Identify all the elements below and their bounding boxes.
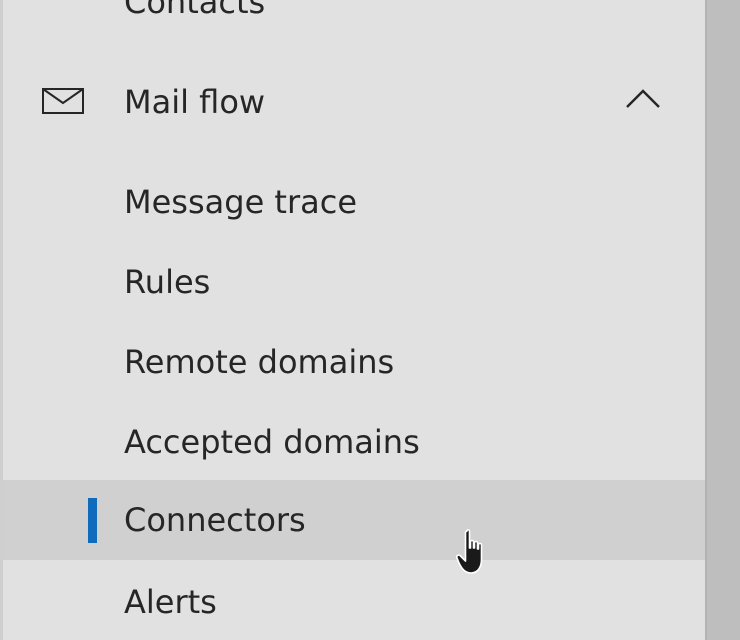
nav-item-label: Mail flow	[124, 83, 266, 121]
nav-item-rules[interactable]: Rules	[3, 242, 705, 322]
nav-item-label: Alerts	[124, 583, 217, 621]
hand-pointer-icon	[456, 528, 496, 582]
nav-item-label: Rules	[124, 263, 211, 301]
nav-item-label: Contacts	[124, 0, 266, 21]
selected-indicator	[88, 498, 97, 543]
nav-item-label: Remote domains	[124, 343, 395, 381]
nav-item-remote-domains[interactable]: Remote domains	[3, 322, 705, 402]
navigation-panel: Contacts Mail flow Message trace Rules R…	[0, 0, 740, 640]
nav-item-accepted-domains[interactable]: Accepted domains	[3, 402, 705, 482]
scrollbar-track[interactable]	[705, 0, 740, 640]
nav-item-label: Connectors	[124, 501, 306, 539]
nav-menu: Contacts Mail flow Message trace Rules R…	[3, 0, 705, 640]
scrollbar-divider	[705, 0, 707, 640]
nav-item-label: Message trace	[124, 183, 358, 221]
nav-item-alerts[interactable]: Alerts	[3, 562, 705, 640]
nav-item-mail-flow[interactable]: Mail flow	[3, 62, 705, 142]
nav-item-label: Accepted domains	[124, 423, 420, 461]
nav-item-message-trace[interactable]: Message trace	[3, 162, 705, 242]
nav-item-contacts[interactable]: Contacts	[3, 0, 705, 42]
nav-item-connectors[interactable]: Connectors	[3, 480, 705, 560]
chevron-up-icon[interactable]	[624, 87, 662, 115]
mail-icon	[42, 88, 84, 118]
